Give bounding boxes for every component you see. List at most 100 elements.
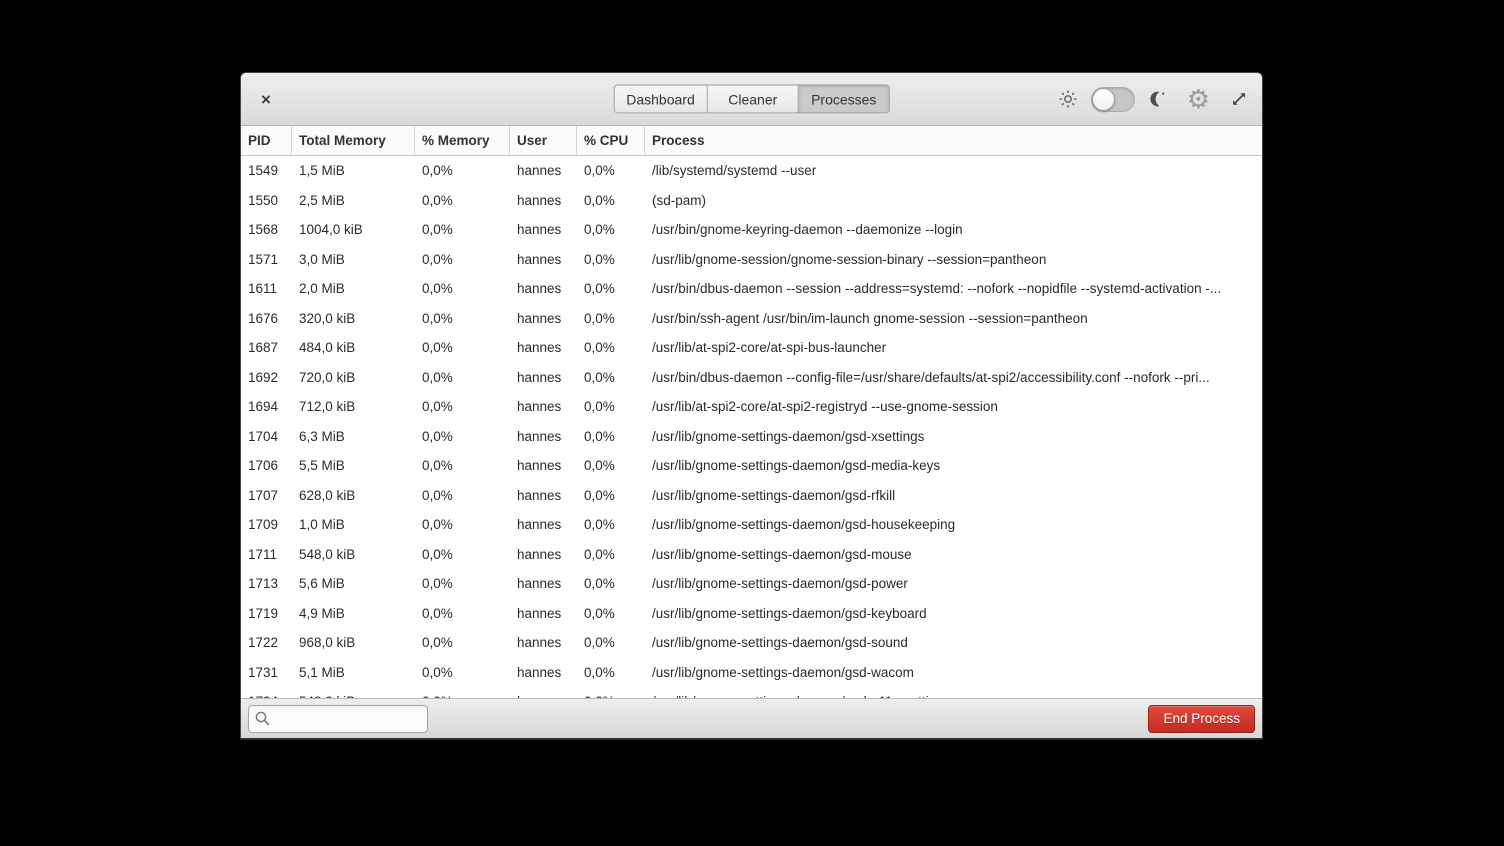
process-row[interactable]: 1611 2,0 MiB 0,0% hannes 0,0% /usr/bin/d… [241,274,1262,304]
cell-pid: 1676 [241,311,292,326]
cell-pct-memory: 0,0% [415,370,510,385]
cell-pct-memory: 0,0% [415,576,510,591]
cell-pct-memory: 0,0% [415,429,510,444]
process-table-body: 1549 1,5 MiB 0,0% hannes 0,0% /lib/syste… [241,156,1262,698]
cell-user: hannes [510,547,577,562]
process-row[interactable]: 1722 968,0 kiB 0,0% hannes 0,0% /usr/lib… [241,628,1262,658]
header-total-memory[interactable]: Total Memory [292,126,415,155]
cell-process: /lib/systemd/systemd --user [645,163,1262,178]
cell-pct-memory: 0,0% [415,193,510,208]
cell-pct-cpu: 0,0% [577,606,645,621]
cell-pct-memory: 0,0% [415,547,510,562]
cell-pid: 1707 [241,488,292,503]
cell-process: /usr/lib/gnome-settings-daemon/gsd-mouse [645,547,1262,562]
cell-total-memory: 720,0 kiB [292,370,415,385]
header-process[interactable]: Process [645,126,1262,155]
process-row[interactable]: 1709 1,0 MiB 0,0% hannes 0,0% /usr/lib/g… [241,510,1262,540]
cell-pct-memory: 0,0% [415,665,510,680]
cell-pct-cpu: 0,0% [577,370,645,385]
cell-total-memory: 4,9 MiB [292,606,415,621]
cell-process: /usr/bin/dbus-daemon --config-file=/usr/… [645,370,1262,385]
sun-icon [1059,90,1077,108]
cell-pct-cpu: 0,0% [577,547,645,562]
process-row[interactable]: 1692 720,0 kiB 0,0% hannes 0,0% /usr/bin… [241,363,1262,393]
cell-user: hannes [510,635,577,650]
process-row[interactable]: 1549 1,5 MiB 0,0% hannes 0,0% /lib/syste… [241,156,1262,186]
cell-process: /usr/lib/gnome-settings-daemon/gsd-keybo… [645,606,1262,621]
process-row[interactable]: 1571 3,0 MiB 0,0% hannes 0,0% /usr/lib/g… [241,245,1262,275]
cell-pct-cpu: 0,0% [577,665,645,680]
process-row[interactable]: 1706 5,5 MiB 0,0% hannes 0,0% /usr/lib/g… [241,451,1262,481]
process-row[interactable]: 1704 6,3 MiB 0,0% hannes 0,0% /usr/lib/g… [241,422,1262,452]
cell-pid: 1687 [241,340,292,355]
cell-user: hannes [510,399,577,414]
cell-pct-memory: 0,0% [415,488,510,503]
process-row[interactable]: 1568 1004,0 kiB 0,0% hannes 0,0% /usr/bi… [241,215,1262,245]
cell-pct-memory: 0,0% [415,635,510,650]
cell-process: /usr/lib/gnome-settings-daemon/gsd-power [645,576,1262,591]
cell-user: hannes [510,193,577,208]
cell-total-memory: 2,0 MiB [292,281,415,296]
cell-pct-memory: 0,0% [415,458,510,473]
tab-cleaner[interactable]: Cleaner [707,86,798,113]
cell-process: /usr/bin/gnome-keyring-daemon --daemoniz… [645,222,1262,237]
footer-bar: End Process [241,698,1262,738]
process-row[interactable]: 1550 2,5 MiB 0,0% hannes 0,0% (sd-pam) [241,186,1262,216]
process-row[interactable]: 1719 4,9 MiB 0,0% hannes 0,0% /usr/lib/g… [241,599,1262,629]
cell-pct-memory: 0,0% [415,606,510,621]
settings-gear-icon[interactable]: ⚙ [1187,86,1210,112]
cell-user: hannes [510,488,577,503]
cell-process: /usr/lib/gnome-settings-daemon/gsd-rfkil… [645,488,1262,503]
process-row[interactable]: 1707 628,0 kiB 0,0% hannes 0,0% /usr/lib… [241,481,1262,511]
cell-total-memory: 5,1 MiB [292,665,415,680]
fullscreen-expand-icon[interactable] [1230,90,1248,108]
process-row[interactable]: 1731 5,1 MiB 0,0% hannes 0,0% /usr/lib/g… [241,658,1262,688]
cell-pid: 1722 [241,635,292,650]
cell-total-memory: 1004,0 kiB [292,222,415,237]
cell-pid: 1571 [241,252,292,267]
cell-pct-cpu: 0,0% [577,340,645,355]
process-row[interactable]: 1687 484,0 kiB 0,0% hannes 0,0% /usr/lib… [241,333,1262,363]
tab-dashboard[interactable]: Dashboard [614,86,707,113]
cell-pct-memory: 0,0% [415,517,510,532]
view-switcher: Dashboard Cleaner Processes [613,85,890,114]
cell-total-memory: 2,5 MiB [292,193,415,208]
cell-total-memory: 320,0 kiB [292,311,415,326]
cell-user: hannes [510,606,577,621]
header-pct-cpu[interactable]: % CPU [577,126,645,155]
cell-process: /usr/bin/ssh-agent /usr/bin/im-launch gn… [645,311,1262,326]
search-input[interactable] [248,705,428,733]
cell-process: (sd-pam) [645,193,1262,208]
theme-toggle-knob[interactable] [1092,88,1115,111]
cell-pct-memory: 0,0% [415,311,510,326]
cell-total-memory: 6,3 MiB [292,429,415,444]
process-row[interactable]: 1734 548,0 kiB 0,0% hannes 0,0% /usr/lib… [241,687,1262,698]
cell-user: hannes [510,311,577,326]
cell-pid: 1706 [241,458,292,473]
cell-pid: 1692 [241,370,292,385]
header-user[interactable]: User [510,126,577,155]
cell-pct-cpu: 0,0% [577,635,645,650]
cell-pct-memory: 0,0% [415,340,510,355]
theme-toggle[interactable] [1091,87,1135,112]
process-row[interactable]: 1676 320,0 kiB 0,0% hannes 0,0% /usr/bin… [241,304,1262,334]
close-icon[interactable]: × [256,89,276,109]
process-row[interactable]: 1713 5,6 MiB 0,0% hannes 0,0% /usr/lib/g… [241,569,1262,599]
cell-user: hannes [510,163,577,178]
process-row[interactable]: 1694 712,0 kiB 0,0% hannes 0,0% /usr/lib… [241,392,1262,422]
cell-pid: 1550 [241,193,292,208]
titlebar: × Dashboard Cleaner Processes [241,73,1262,126]
cell-pid: 1709 [241,517,292,532]
cell-pct-cpu: 0,0% [577,429,645,444]
end-process-button[interactable]: End Process [1148,705,1255,733]
header-pct-memory[interactable]: % Memory [415,126,510,155]
cell-pct-cpu: 0,0% [577,488,645,503]
cell-pid: 1694 [241,399,292,414]
cell-pct-cpu: 0,0% [577,517,645,532]
process-row[interactable]: 1711 548,0 kiB 0,0% hannes 0,0% /usr/lib… [241,540,1262,570]
cell-total-memory: 3,0 MiB [292,252,415,267]
header-pid[interactable]: PID [241,126,292,155]
cell-user: hannes [510,576,577,591]
cell-total-memory: 5,6 MiB [292,576,415,591]
tab-processes[interactable]: Processes [798,86,889,113]
